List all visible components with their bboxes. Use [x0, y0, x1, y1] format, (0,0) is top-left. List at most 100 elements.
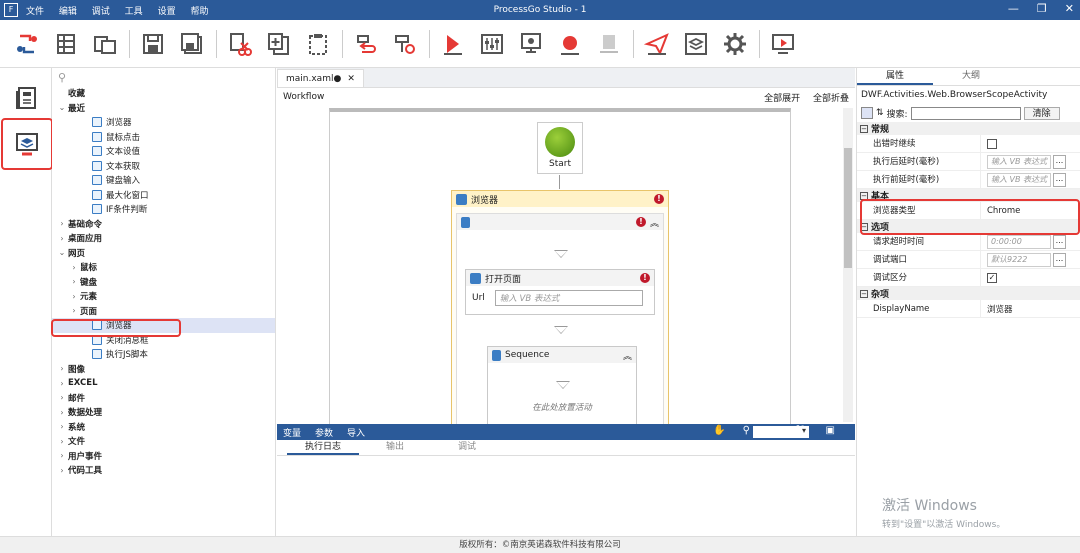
tree-search[interactable]: ⚲: [52, 68, 275, 86]
tab-properties[interactable]: 属性: [857, 68, 933, 85]
menu-tools[interactable]: 工具: [125, 7, 143, 17]
tree-item[interactable]: 最大化窗口: [52, 188, 275, 203]
expression-editor-button[interactable]: ...: [1053, 234, 1066, 249]
tree-item[interactable]: 收藏: [52, 86, 275, 101]
tree-item[interactable]: › 基础命令: [52, 217, 275, 232]
save-all-icon[interactable]: [175, 27, 209, 61]
tree-item[interactable]: › 鼠标: [52, 260, 275, 275]
property-category[interactable]: − 杂项: [857, 287, 1080, 300]
collapse-icon[interactable]: ︽: [650, 216, 659, 229]
tree-item[interactable]: IF条件判断: [52, 202, 275, 217]
save-icon[interactable]: [136, 27, 170, 61]
menu-edit[interactable]: 编辑: [59, 7, 77, 17]
property-checkbox[interactable]: [987, 138, 997, 149]
tab-execution-log[interactable]: 执行日志: [287, 440, 359, 455]
collapse-icon[interactable]: −: [860, 124, 868, 133]
property-checkbox[interactable]: ✓: [987, 272, 997, 283]
chevron-right-icon[interactable]: ›: [56, 364, 68, 373]
tree-item[interactable]: 执行JS脚本: [52, 347, 275, 362]
copy-add-icon[interactable]: [262, 27, 296, 61]
collapse-all-button[interactable]: 全部折叠: [813, 94, 849, 104]
clear-icon[interactable]: [592, 27, 626, 61]
tree-item[interactable]: › 文件: [52, 434, 275, 449]
tree-item[interactable]: 鼠标点击: [52, 130, 275, 145]
package-icon[interactable]: [679, 27, 713, 61]
chevron-right-icon[interactable]: ›: [56, 437, 68, 446]
chevron-right-icon[interactable]: ›: [56, 219, 68, 228]
expand-all-button[interactable]: 全部展开: [764, 94, 800, 104]
publish-icon[interactable]: [640, 27, 674, 61]
categorize-icon[interactable]: [861, 107, 873, 119]
tree-item[interactable]: › EXCEL: [52, 376, 275, 391]
property-input[interactable]: 输入 VB 表达式: [987, 172, 1051, 187]
tree-item[interactable]: › 系统: [52, 420, 275, 435]
project-icon[interactable]: [3, 74, 51, 122]
tab-output[interactable]: 输出: [359, 440, 431, 455]
run-icon[interactable]: [436, 27, 470, 61]
browser-activity[interactable]: 浏览器 ! ! ︽ 打开页面 ! Url 输入 VB 表达式 Sequence …: [451, 190, 669, 424]
start-node[interactable]: Start: [537, 122, 583, 174]
property-input[interactable]: 默认9222: [987, 252, 1051, 267]
cut-icon[interactable]: [223, 27, 257, 61]
chevron-right-icon[interactable]: ›: [68, 277, 80, 286]
designer-scrollbar[interactable]: [843, 108, 853, 422]
paste-icon[interactable]: [301, 27, 335, 61]
menu-debug[interactable]: 调试: [92, 7, 110, 17]
tab-outline[interactable]: 大纲: [933, 68, 1009, 85]
sort-az-icon[interactable]: ⇅: [876, 108, 884, 118]
url-input[interactable]: 输入 VB 表达式: [494, 290, 643, 306]
designer-canvas[interactable]: Start 浏览器 ! ! ︽ 打开页面 ! Url 输入 VB 表达式 Seq…: [277, 106, 855, 424]
tab-variables[interactable]: 变量: [283, 426, 301, 439]
chevron-down-icon[interactable]: ⌄: [56, 103, 68, 112]
close-icon[interactable]: ✕: [1065, 2, 1074, 15]
expression-editor-button[interactable]: ...: [1053, 252, 1066, 267]
tree-item[interactable]: › 页面: [52, 304, 275, 319]
debug-settings-icon[interactable]: [475, 27, 509, 61]
property-text[interactable]: 浏览器: [987, 303, 1013, 315]
chevron-right-icon[interactable]: ›: [56, 234, 68, 243]
activities-icon[interactable]: [1, 118, 53, 170]
chevron-right-icon[interactable]: ›: [56, 451, 68, 460]
menu-help[interactable]: 帮助: [190, 7, 208, 17]
overview-icon[interactable]: ▣: [826, 425, 835, 436]
tree-item[interactable]: › 桌面应用: [52, 231, 275, 246]
chevron-right-icon[interactable]: ›: [56, 466, 68, 475]
clear-button[interactable]: 清除: [1023, 106, 1060, 120]
tree-item[interactable]: 文本设值: [52, 144, 275, 159]
breadcrumb[interactable]: Workflow: [283, 92, 324, 102]
property-input[interactable]: 0:00:00: [987, 234, 1051, 249]
chevron-right-icon[interactable]: ›: [56, 408, 68, 417]
tree-item[interactable]: › 用户事件: [52, 449, 275, 464]
chevron-right-icon[interactable]: ›: [56, 379, 68, 388]
scrollbar-thumb[interactable]: [844, 148, 852, 268]
minimize-icon[interactable]: —: [1008, 2, 1019, 15]
record-icon[interactable]: [514, 27, 548, 61]
tree-item[interactable]: › 数据处理: [52, 405, 275, 420]
tree-item[interactable]: ⌄ 最近: [52, 101, 275, 116]
undo-icon[interactable]: [349, 27, 383, 61]
chevron-right-icon[interactable]: ›: [68, 292, 80, 301]
tab-main-xaml[interactable]: main.xaml● ✕: [277, 69, 364, 87]
expression-editor-button[interactable]: ...: [1053, 172, 1066, 187]
expression-editor-button[interactable]: ...: [1053, 154, 1066, 169]
tree-item[interactable]: ⌄ 网页: [52, 246, 275, 261]
chevron-right-icon[interactable]: ›: [56, 422, 68, 431]
chevron-right-icon[interactable]: ›: [68, 263, 80, 272]
tree-item[interactable]: › 键盘: [52, 275, 275, 290]
chevron-down-icon[interactable]: ⌄: [56, 248, 68, 257]
open-page-activity[interactable]: 打开页面 ! Url 输入 VB 表达式: [465, 269, 655, 315]
collapse-icon[interactable]: ︽: [623, 349, 632, 362]
hand-icon[interactable]: ✋: [713, 425, 725, 436]
tab-debug[interactable]: 调试: [431, 440, 503, 455]
menu-settings[interactable]: 设置: [158, 7, 176, 17]
gear-icon[interactable]: [718, 27, 752, 61]
property-category[interactable]: − 常规: [857, 122, 1080, 135]
zoom-icon[interactable]: ⚲: [743, 425, 750, 436]
redo-icon[interactable]: [388, 27, 422, 61]
table-icon[interactable]: [49, 27, 83, 61]
restore-icon[interactable]: ❐: [1037, 2, 1047, 15]
tab-arguments[interactable]: 参数: [315, 426, 333, 439]
stop-icon[interactable]: [553, 27, 587, 61]
sequence-activity[interactable]: Sequence ︽ 在此处放置活动: [487, 346, 637, 424]
open-folder-icon[interactable]: [88, 27, 122, 61]
